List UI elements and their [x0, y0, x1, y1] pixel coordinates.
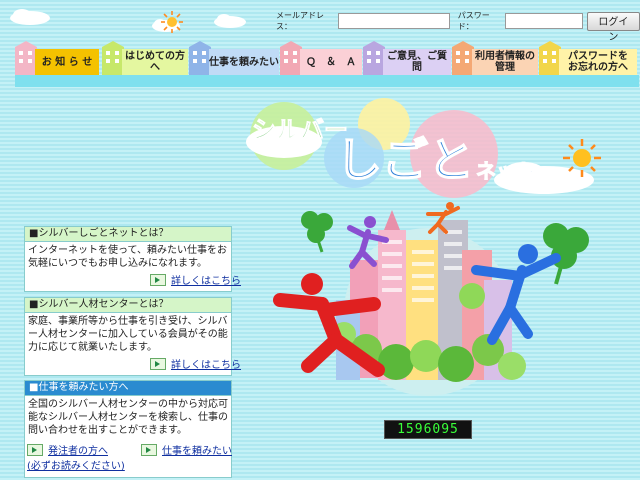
cloud-icon: [10, 9, 246, 32]
access-counter: 1596095: [384, 420, 472, 439]
nav-tab-label: お 知 ら せ: [35, 49, 99, 75]
sun-icon: [161, 11, 183, 33]
box-title: ■シルバー人材センターとは？: [25, 298, 231, 313]
nav-tab-label: 利用者情報の 管理: [472, 49, 538, 75]
nav-tab-user-info[interactable]: 利用者情報の 管理: [452, 41, 540, 75]
logo-text-net: ネット: [476, 159, 536, 183]
details-link-center[interactable]: 詳しくはこちら: [150, 356, 241, 371]
nav-tab-label: 仕事を頼みたい: [209, 49, 279, 75]
details-link-net[interactable]: 詳しくはこちら: [150, 272, 241, 287]
details-link-text[interactable]: 詳しくはこちら: [171, 356, 241, 371]
nav-tab-qa[interactable]: Ｑ ＆ Ａ: [280, 41, 364, 75]
logo-text-silver: シルバー: [252, 116, 348, 144]
nav-tab-first-time[interactable]: はじめての方へ: [102, 41, 190, 75]
nav-tab-label: パスワードを お忘れの方へ: [559, 49, 637, 75]
building-icon: [280, 41, 302, 75]
building-icon: [363, 41, 385, 75]
email-label: メールアドレス：: [276, 11, 324, 31]
orderer-link[interactable]: 発注者の方へ: [27, 442, 108, 457]
arrow-right-icon: [27, 443, 43, 456]
building-icon: [102, 41, 124, 75]
building-icon: [539, 41, 561, 75]
arrow-right-icon: [141, 443, 157, 456]
orderer-link-text[interactable]: 発注者の方へ: [48, 442, 108, 457]
nav-tab-feedback[interactable]: ご意見、ご質問: [363, 41, 453, 75]
arrow-right-icon: [150, 273, 166, 286]
city-illustration: [273, 202, 589, 396]
arrow-right-icon: [150, 357, 166, 370]
box-body: 家庭、事業所等から仕事を引き受け、シルバー人材センターに加入している会員がその能…: [28, 316, 228, 353]
email-input[interactable]: [337, 13, 450, 29]
nav-tab-request-work[interactable]: 仕事を頼みたい: [189, 41, 281, 75]
box-body: 全国のシルバー人材センターの中から対応可能なシルバー人材センターを検索し、仕事の…: [28, 399, 228, 436]
login-button[interactable]: ログイン: [586, 11, 640, 43]
request-work-link-text[interactable]: 仕事を頼みたい: [162, 442, 232, 457]
logo-text-shigoto: しごと: [336, 133, 474, 187]
password-label: パスワード：: [457, 11, 490, 31]
details-link-text[interactable]: 詳しくはこちら: [171, 272, 241, 287]
building-icon: [189, 41, 211, 75]
nav-tab-label: Ｑ ＆ Ａ: [300, 49, 362, 75]
building-icon: [15, 41, 37, 75]
box-title: ■仕事を頼みたい方へ: [25, 381, 231, 396]
orderer-link-note[interactable]: (必ずお読みください): [27, 457, 125, 472]
site-logo: シルバー しごと ネット: [246, 98, 601, 198]
nav-tab-forgot-password[interactable]: パスワードを お忘れの方へ: [539, 41, 639, 75]
box-body: インターネットを使って、頼みたい仕事をお気軽にいつでもお申し込みになれます。: [28, 245, 227, 269]
login-form: メールアドレス： パスワード： ログイン: [276, 10, 640, 43]
building-icon: [452, 41, 474, 75]
nav-tab-label: ご意見、ご質問: [383, 49, 451, 75]
nav-tab-news[interactable]: お 知 ら せ: [15, 41, 103, 75]
password-input[interactable]: [504, 13, 583, 29]
request-work-link[interactable]: 仕事を頼みたい: [141, 442, 232, 457]
nav-tab-label: はじめての方へ: [122, 49, 188, 75]
main-nav: お 知 ら せ はじめての方へ 仕事を頼みたい Ｑ ＆ Ａ ご意見、ご質問 利用…: [15, 41, 639, 87]
box-title: ■シルバーしごとネットとは？: [25, 227, 231, 242]
